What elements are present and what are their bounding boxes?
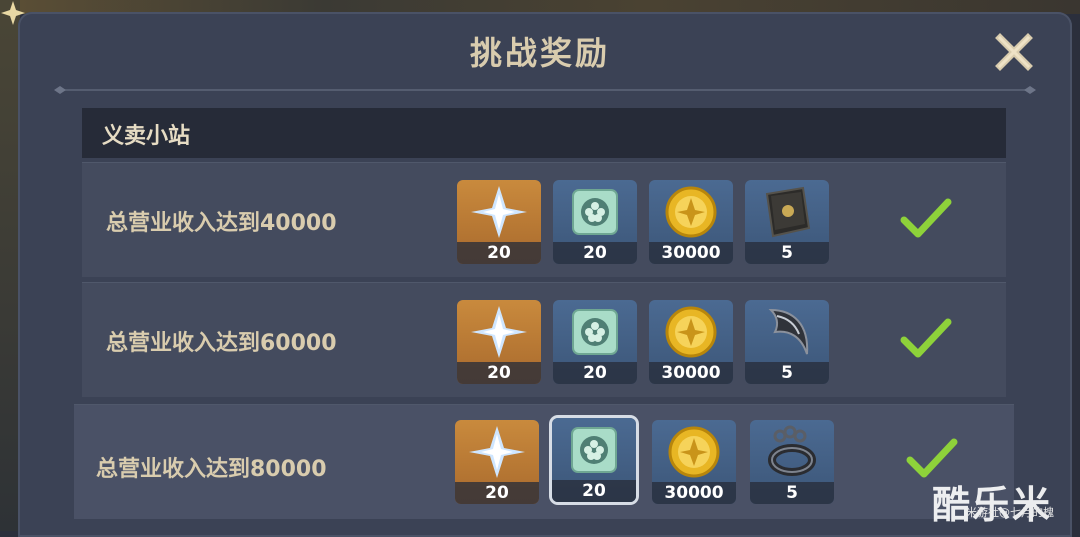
- item-count: 30000: [652, 482, 736, 504]
- primogem-icon: [471, 186, 527, 238]
- section-header: 义卖小站: [82, 108, 1006, 158]
- chain-icon: [768, 425, 816, 476]
- row-label: 总营业收入达到80000: [96, 457, 327, 482]
- section-title: 义卖小站: [102, 124, 191, 149]
- mora-coin-icon: [665, 186, 717, 238]
- watermark-credit: 米游社@七月的槐: [966, 506, 1054, 519]
- reward-item-horn[interactable]: 5: [745, 300, 829, 384]
- row-label: 总营业收入达到40000: [106, 211, 337, 236]
- primogem-icon: [471, 306, 527, 358]
- item-count: 20: [457, 242, 541, 264]
- mora-coin-icon: [668, 426, 720, 478]
- reward-item-chain[interactable]: 5: [750, 420, 834, 504]
- item-count: 20: [457, 362, 541, 384]
- reward-item-mora[interactable]: 30000: [649, 180, 733, 264]
- reward-item-primogem[interactable]: 20: [457, 300, 541, 384]
- reward-row: 总营业收入达到80000: [74, 404, 1014, 519]
- item-count: 20: [455, 482, 539, 504]
- reward-item-token[interactable]: 20: [553, 300, 637, 384]
- token-icon: [571, 427, 617, 473]
- item-count: 30000: [649, 242, 733, 264]
- primogem-icon: [469, 426, 525, 478]
- item-count: 20: [553, 362, 637, 384]
- item-count: 20: [552, 480, 636, 502]
- mora-coin-icon: [665, 306, 717, 358]
- item-count: 5: [745, 362, 829, 384]
- item-count: 20: [553, 242, 637, 264]
- completed-check-icon: [900, 318, 952, 358]
- reward-item-book[interactable]: 5: [745, 180, 829, 264]
- dialog-title: 挑战奖励: [469, 34, 610, 72]
- item-count: 5: [750, 482, 834, 504]
- star-icon: [1, 1, 25, 25]
- close-icon[interactable]: [994, 32, 1034, 72]
- completed-check-icon: [900, 198, 952, 238]
- reward-item-primogem[interactable]: 20: [455, 420, 539, 504]
- reward-item-mora[interactable]: 30000: [652, 420, 736, 504]
- token-icon: [572, 189, 618, 235]
- reward-item-primogem[interactable]: 20: [457, 180, 541, 264]
- reward-item-token[interactable]: 20: [552, 418, 636, 502]
- reward-item-mora[interactable]: 30000: [649, 300, 733, 384]
- token-icon: [572, 309, 618, 355]
- horn-icon: [768, 308, 809, 355]
- item-count: 30000: [649, 362, 733, 384]
- reward-item-token[interactable]: 20: [553, 180, 637, 264]
- reward-row: 总营业收入达到40000: [82, 162, 1006, 277]
- row-label: 总营业收入达到60000: [106, 331, 337, 356]
- item-count: 5: [745, 242, 829, 264]
- title-divider: [54, 86, 1036, 94]
- book-icon: [765, 186, 811, 238]
- background-left: [0, 0, 20, 531]
- watermark-logo: 酷乐米: [932, 483, 1053, 527]
- reward-row: 总营业收入达到60000: [82, 282, 1006, 397]
